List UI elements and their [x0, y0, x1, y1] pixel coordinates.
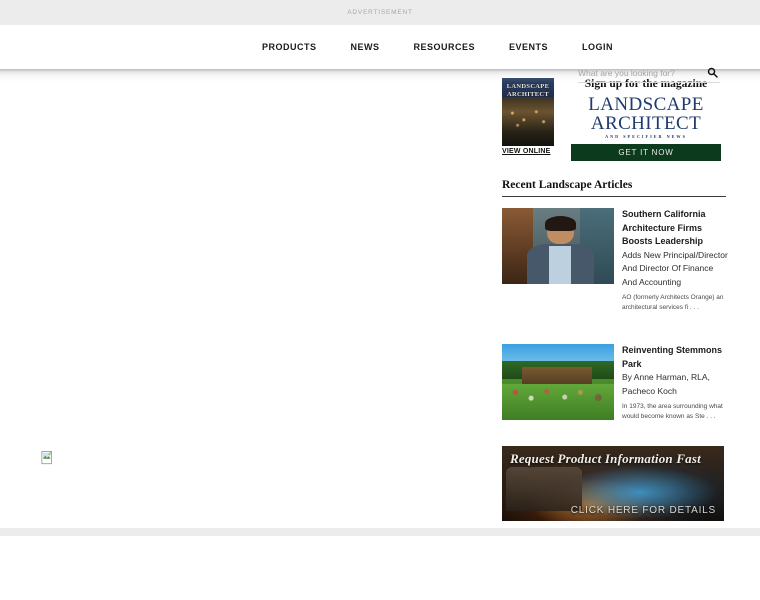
article-title[interactable]: Reinventing Stemmons Park — [622, 344, 730, 371]
cover-lights — [502, 105, 554, 133]
search-icon[interactable] — [704, 65, 720, 81]
nav-item-login[interactable]: LOGIN — [565, 42, 630, 52]
search-area — [578, 63, 720, 83]
main-content — [0, 80, 495, 535]
thumb-person-hair — [544, 215, 576, 231]
article-subtitle: By Anne Harman, RLA, Pacheco Koch — [622, 372, 710, 396]
article-thumbnail-park[interactable] — [502, 344, 614, 420]
nav-item-events[interactable]: EVENTS — [492, 42, 565, 52]
broken-image-glyph — [41, 450, 52, 465]
cover-title-text: LANDSCAPE ARCHITECT — [506, 83, 550, 98]
magazine-logo-line1: LANDSCAPE — [588, 94, 704, 115]
advertisement-label: ADVERTISEMENT — [347, 9, 413, 16]
nav-item-resources[interactable]: RESOURCES — [397, 42, 493, 52]
magazine-cover-image[interactable]: LANDSCAPE ARCHITECT — [502, 78, 554, 146]
article-excerpt: AO (formerly Architects Orange) an archi… — [622, 294, 724, 311]
product-information-banner-ad[interactable]: Request Product Information Fast CLICK H… — [502, 446, 724, 521]
featured-top-gap — [0, 528, 760, 536]
article-title[interactable]: Southern California Architecture Firms B… — [622, 208, 730, 249]
recent-articles-header: Recent Landscape Articles — [502, 179, 726, 197]
banner-furniture — [506, 467, 582, 511]
nav-list: PRODUCTS NEWS RESOURCES EVENTS LOGIN — [262, 25, 630, 69]
article-text-block: Southern California Architecture Firms B… — [614, 208, 730, 312]
nav-item-products[interactable]: PRODUCTS — [262, 42, 334, 52]
banner-headline: Request Product Information Fast — [510, 451, 701, 466]
get-it-now-button[interactable]: GET IT NOW — [571, 144, 721, 161]
primary-navigation: PRODUCTS NEWS RESOURCES EVENTS LOGIN — [0, 25, 760, 83]
article-subtitle: Adds New Principal/Director And Director… — [622, 249, 728, 287]
view-online-link[interactable]: VIEW ONLINE — [502, 148, 550, 155]
advertisement-strip: ADVERTISEMENT — [0, 0, 760, 25]
magazine-signup-promo: LANDSCAPE ARCHITECT VIEW ONLINE Sign up … — [495, 78, 727, 168]
page-root: ADVERTISEMENT PRODUCTS NEWS RESOURCES EV… — [0, 0, 760, 600]
recent-articles-heading: Recent Landscape Articles — [502, 179, 633, 191]
featured-products-section: Featured Products — [0, 536, 760, 600]
magazine-logo-line2: ARCHITECT — [590, 113, 702, 134]
nav-item-news[interactable]: NEWS — [334, 42, 397, 52]
thumb-person-shirt — [549, 246, 572, 284]
broken-image-icon — [41, 450, 55, 465]
sidebar: LANDSCAPE ARCHITECT VIEW ONLINE Sign up … — [495, 78, 735, 521]
article-text-block: Reinventing Stemmons Park By Anne Harman… — [614, 344, 730, 421]
article-thumbnail-portrait[interactable] — [502, 208, 614, 284]
thumb-crowd — [502, 382, 614, 408]
article-list-item[interactable]: Southern California Architecture Firms B… — [502, 208, 730, 312]
magazine-logo-subtitle: AND SPECIFIER NEWS — [605, 134, 687, 139]
search-glyph — [707, 67, 718, 78]
search-input[interactable] — [578, 67, 696, 78]
article-list-item[interactable]: Reinventing Stemmons Park By Anne Harman… — [502, 344, 730, 421]
magazine-promo-body: Sign up for the magazine LANDSCAPE ARCHI… — [567, 78, 725, 161]
site-header: PRODUCTS NEWS RESOURCES EVENTS LOGIN — [0, 25, 760, 83]
recent-articles-divider — [502, 196, 726, 197]
banner-cta-text[interactable]: CLICK HERE FOR DETAILS — [571, 505, 716, 516]
article-excerpt: In 1973, the area surrounding what would… — [622, 403, 723, 420]
